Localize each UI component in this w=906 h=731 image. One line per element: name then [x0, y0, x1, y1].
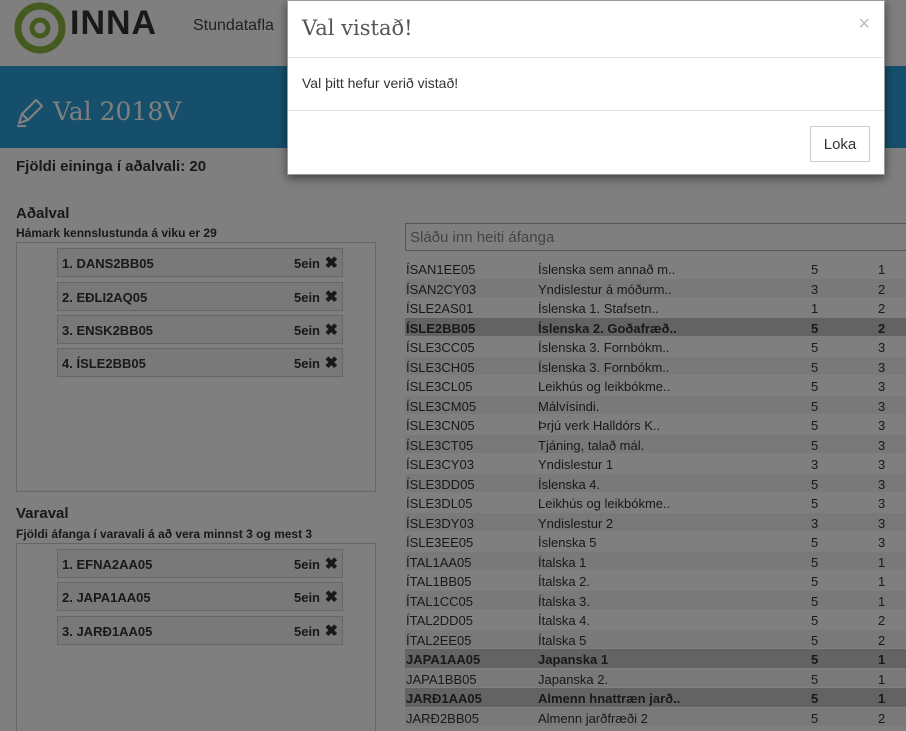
saved-dialog: Val vistað! × Val þitt hefur verið vista… — [287, 0, 885, 175]
close-button[interactable]: Loka — [810, 126, 870, 162]
dialog-title: Val vistað! — [302, 16, 413, 40]
dialog-footer: Loka — [288, 110, 884, 175]
dialog-message: Val þitt hefur verið vistað! — [302, 75, 459, 91]
close-icon[interactable]: × — [858, 13, 870, 36]
dialog-header: Val vistað! × — [288, 1, 884, 58]
